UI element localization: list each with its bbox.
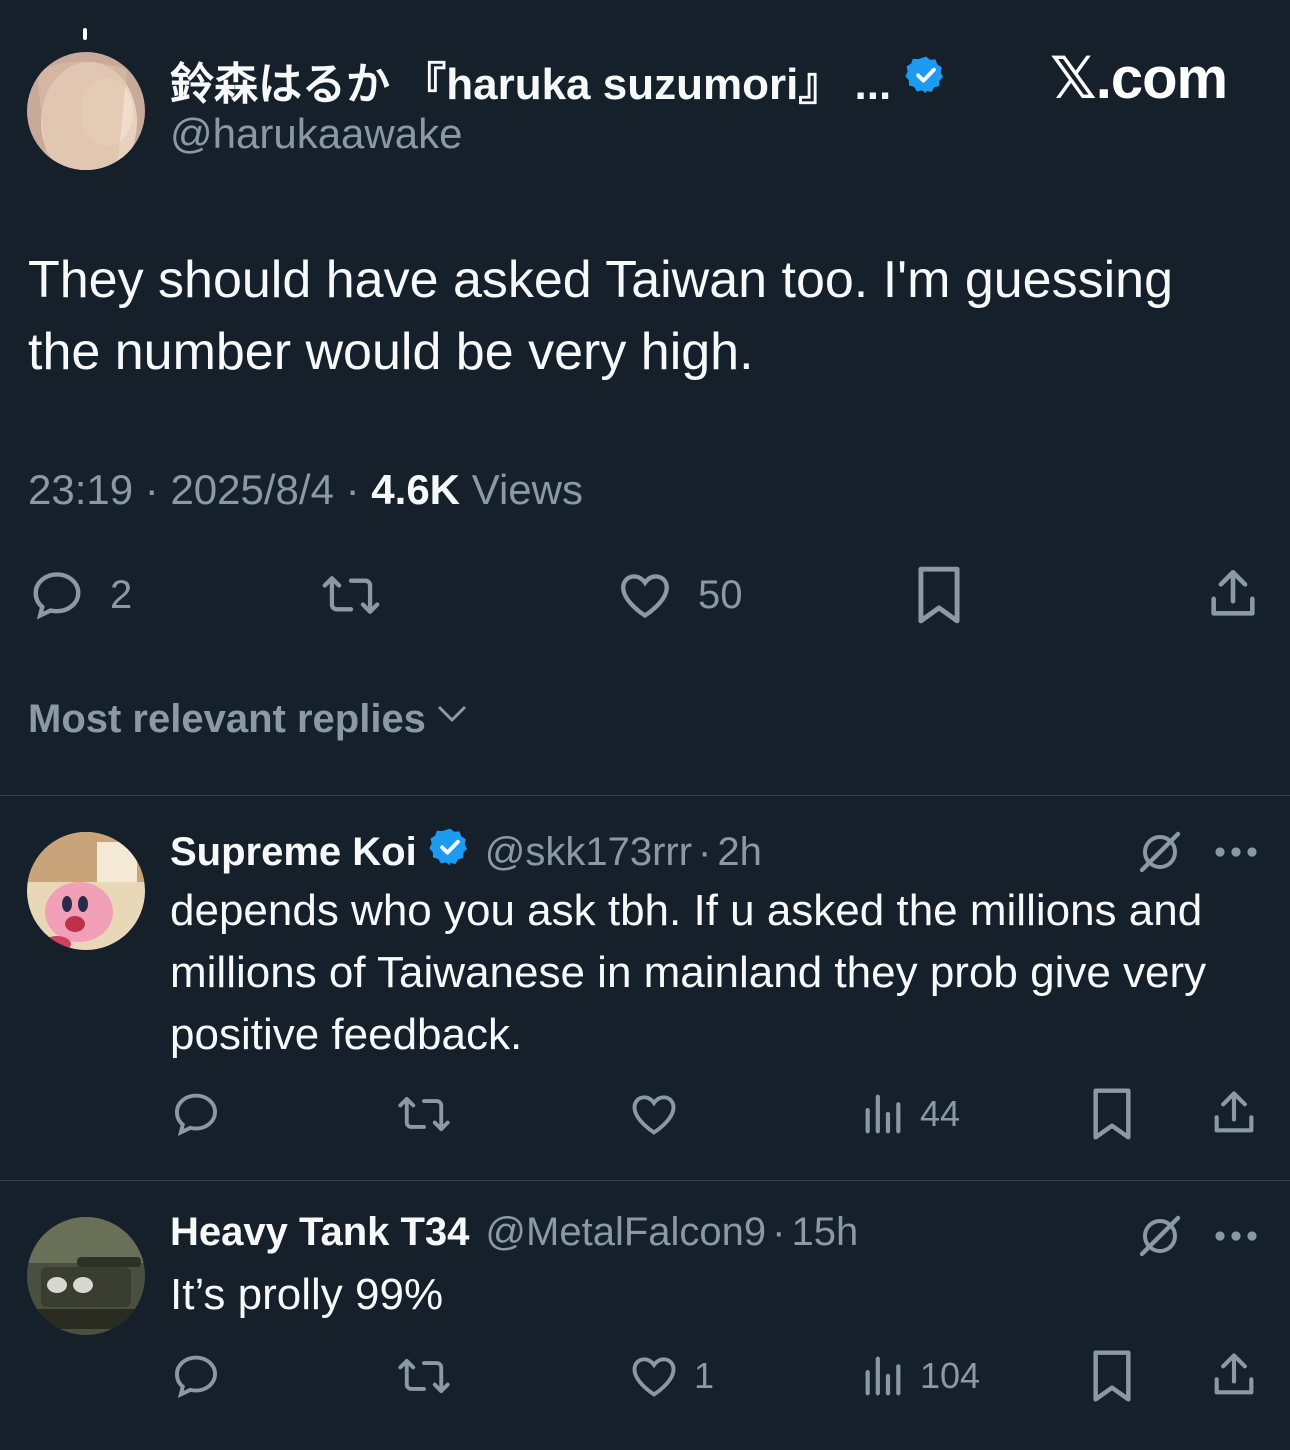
reply-header: Supreme Koi @skk173rrr · 2h — [170, 826, 762, 878]
tweet-text: They should have asked Taiwan too. I'm g… — [28, 251, 1173, 381]
bookmark-icon — [1088, 1348, 1136, 1404]
reply-avatar[interactable] — [27, 832, 145, 950]
retweet-button[interactable] — [396, 1350, 452, 1402]
verified-badge-icon — [429, 826, 471, 878]
meta-separator: · — [144, 466, 159, 513]
scroll-indicator — [83, 28, 87, 40]
reply-button[interactable] — [170, 1088, 222, 1140]
retweet-button[interactable] — [396, 1088, 452, 1140]
views-count: 104 — [920, 1355, 981, 1396]
author-name[interactable]: 鈴森はるか 『haruka suzumori』 ... — [170, 48, 891, 112]
share-button[interactable] — [1208, 1348, 1260, 1402]
like-button[interactable]: 1 — [628, 1350, 714, 1402]
reply-count: 2 — [110, 572, 133, 617]
reply-author-handle[interactable]: @MetalFalcon9 — [485, 1210, 766, 1255]
divider — [0, 795, 1290, 796]
reply-button[interactable]: 2 — [28, 566, 132, 624]
reply-icon — [170, 1088, 222, 1140]
bookmark-button[interactable] — [1088, 1086, 1136, 1142]
author-handle[interactable]: @harukaawake — [170, 110, 462, 158]
reply-header: Heavy Tank T34 @MetalFalcon9 · 15h — [170, 1210, 858, 1255]
grok-icon[interactable] — [1136, 1212, 1184, 1265]
tweet-time[interactable]: 23:19 — [28, 466, 133, 513]
meta-separator: · — [345, 466, 360, 513]
bookmark-button[interactable] — [1088, 1348, 1136, 1404]
views-count: 4.6K — [371, 466, 461, 513]
share-icon — [1208, 1348, 1260, 1402]
like-count: 50 — [698, 572, 743, 617]
meta-separator: · — [698, 829, 712, 874]
share-icon — [1208, 1086, 1260, 1140]
verified-badge-icon — [905, 54, 947, 107]
reply-avatar[interactable] — [27, 1217, 145, 1335]
reply-icon — [170, 1350, 222, 1402]
divider — [0, 1180, 1290, 1181]
tweet-date[interactable]: 2025/8/4 — [170, 466, 334, 513]
bookmark-button[interactable] — [912, 564, 966, 626]
retweet-icon — [396, 1350, 452, 1402]
reply-button[interactable] — [170, 1350, 222, 1402]
share-button[interactable] — [1208, 1086, 1260, 1140]
chevron-down-icon — [426, 696, 470, 742]
reply-time[interactable]: 15h — [791, 1210, 858, 1255]
like-icon — [628, 1088, 680, 1140]
replies-sort-dropdown[interactable]: Most relevant replies — [28, 696, 470, 742]
bookmark-icon — [912, 564, 966, 626]
views-count: 44 — [920, 1093, 961, 1134]
bookmark-icon — [1088, 1086, 1136, 1142]
share-icon — [1204, 564, 1262, 624]
like-icon — [628, 1350, 680, 1402]
like-count: 1 — [694, 1355, 715, 1396]
share-button[interactable] — [1204, 564, 1262, 624]
views-icon — [860, 1350, 906, 1402]
reply-author-name[interactable]: Heavy Tank T34 — [170, 1210, 469, 1255]
tweet-meta: 23:19 · 2025/8/4 · 4.6K Views — [28, 466, 583, 514]
reply-icon — [28, 566, 86, 624]
more-icon[interactable] — [1212, 1218, 1260, 1259]
like-button[interactable] — [628, 1088, 694, 1140]
site-logo: 𝕏.com — [1050, 46, 1228, 111]
views-button[interactable]: 104 — [860, 1350, 980, 1402]
like-icon — [616, 566, 674, 624]
retweet-icon — [320, 566, 382, 624]
reply-time[interactable]: 2h — [717, 830, 762, 875]
author-name-row: 鈴森はるか 『haruka suzumori』 ... — [170, 48, 947, 112]
views-button[interactable]: 44 — [860, 1088, 960, 1140]
retweet-button[interactable] — [320, 566, 382, 624]
replies-sort-label: Most relevant replies — [28, 696, 426, 741]
author-avatar[interactable] — [27, 52, 145, 170]
more-icon[interactable] — [1212, 834, 1260, 875]
reply-author-name[interactable]: Supreme Koi — [170, 830, 417, 875]
reply-text: depends who you ask tbh. If u asked the … — [170, 886, 1207, 1059]
retweet-icon — [396, 1088, 452, 1140]
meta-separator: · — [772, 1210, 786, 1254]
grok-icon[interactable] — [1136, 828, 1184, 881]
reply-text: It’s prolly 99% — [170, 1270, 444, 1319]
like-button[interactable]: 50 — [616, 566, 743, 624]
views-icon — [860, 1088, 906, 1140]
reply-author-handle[interactable]: @skk173rrr — [485, 830, 692, 875]
views-label: Views — [471, 466, 583, 513]
